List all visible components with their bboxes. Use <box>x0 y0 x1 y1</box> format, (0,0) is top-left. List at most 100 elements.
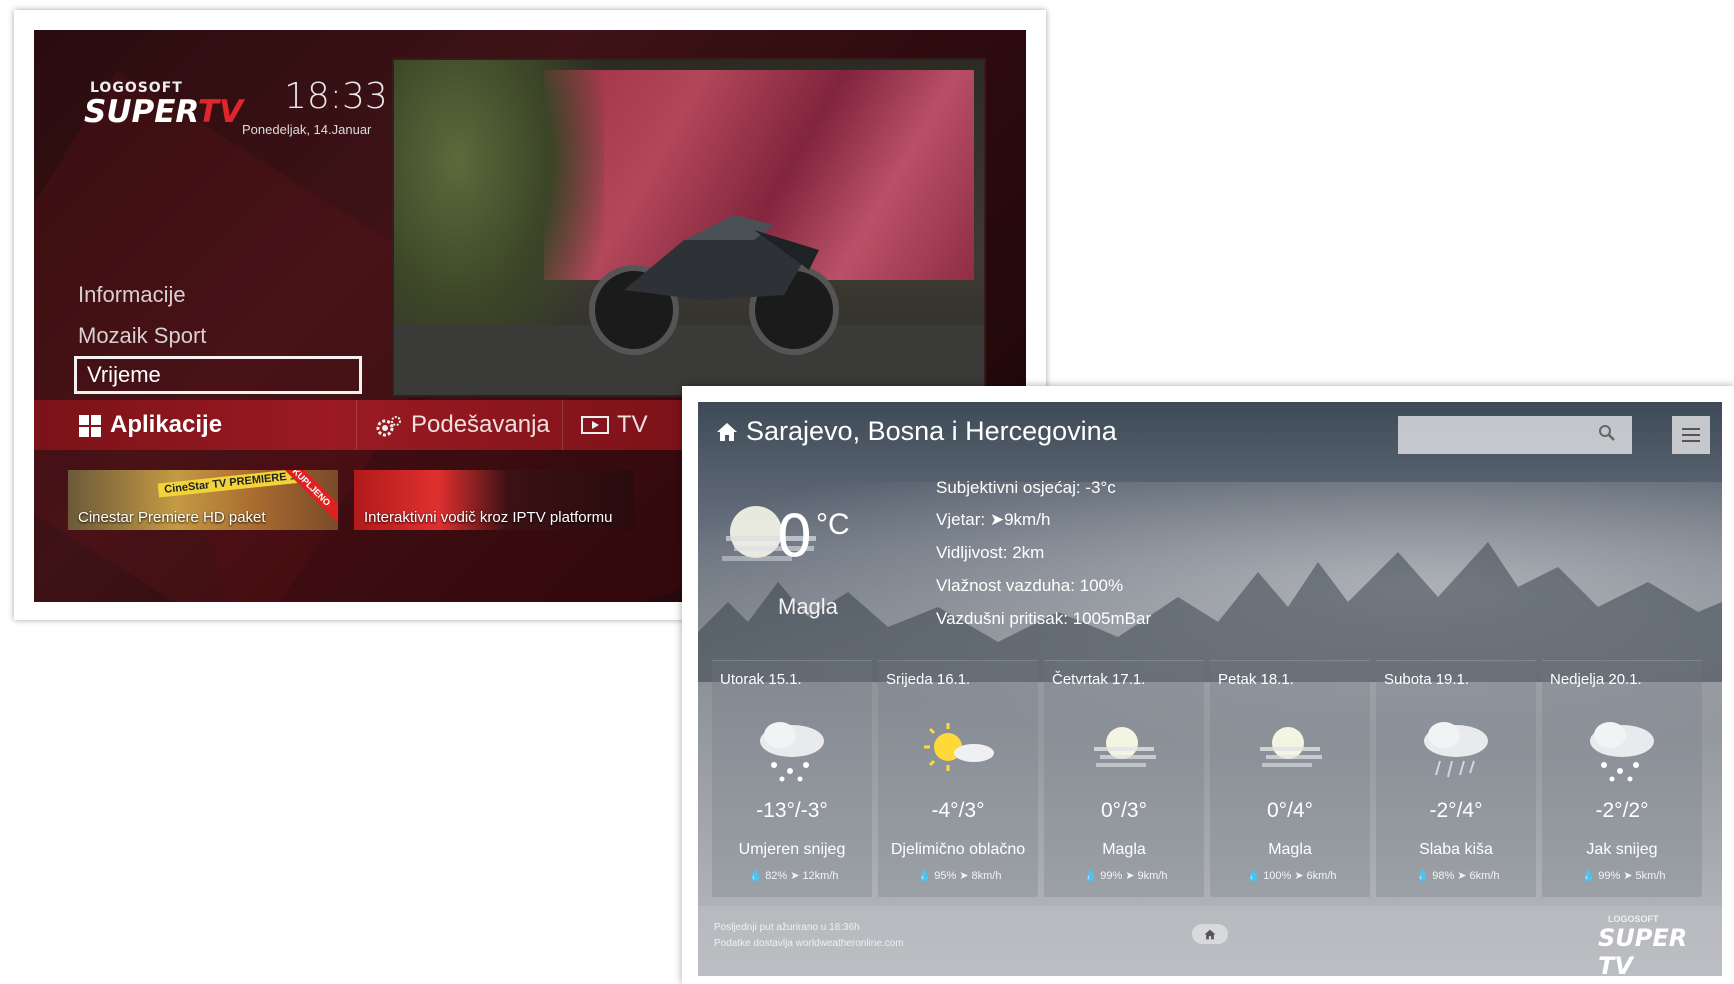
home-button[interactable] <box>1192 924 1228 944</box>
drop-icon: 💧 <box>1083 870 1098 882</box>
forecast-card[interactable]: Petak 18.1. 0°/4° Magla 💧 100% ➤ 6km/h <box>1210 660 1370 897</box>
feels-like: Subjektivni osjećaj: -3°c <box>936 478 1116 497</box>
forecast-condition: Magla <box>1102 841 1146 858</box>
current-temperature: 0 <box>776 502 813 570</box>
forecast-temps: -13°/-3° <box>756 799 828 822</box>
forecast-day: Subota 19.1. <box>1384 671 1470 688</box>
forecast-meta: 💧 99% ➤ 9km/h <box>1044 869 1204 882</box>
location-title: Sarajevo, Bosna i Hercegovina <box>716 416 1117 447</box>
forecast-condition: Umjeren snijeg <box>738 841 846 858</box>
supertv-logo: SUPERTV <box>84 94 243 130</box>
clock-date: Ponedeljak, 14.Januar <box>242 122 372 137</box>
forecast-humidity: 98% <box>1432 870 1455 882</box>
menu-button[interactable] <box>1672 416 1710 454</box>
forecast-temps: -2°/2° <box>1595 799 1649 822</box>
preview-image <box>394 60 984 395</box>
forest-silhouette <box>698 542 1722 682</box>
tab-label: Podešavanja <box>411 411 550 438</box>
forecast-humidity: 95% <box>934 870 957 882</box>
forecast-day: Utorak 15.1. <box>720 671 802 688</box>
snow-cloud-icon <box>760 722 824 782</box>
wind-arrow-icon: ➤ <box>1294 870 1304 882</box>
location-label: Sarajevo, Bosna i Hercegovina <box>746 416 1117 446</box>
forecast-day: Srijeda 16.1. <box>886 671 971 688</box>
forecast-wind: 5km/h <box>1635 870 1666 882</box>
sun-cloud-icon <box>924 723 994 771</box>
wind-arrow-icon: ➤ <box>790 870 800 882</box>
logo-main-a: SUPER <box>84 94 198 130</box>
forecast-wind: 12km/h <box>802 870 839 882</box>
forecast-meta: 💧 82% ➤ 12km/h <box>712 869 872 882</box>
forecast-temps: 0°/3° <box>1101 799 1147 822</box>
thumbnail-cinestar[interactable]: CineStar TV PREMIERE 1 KUPLJENO Cinestar… <box>68 470 338 530</box>
drop-icon: 💧 <box>1581 870 1596 882</box>
forecast-wind: 8km/h <box>971 870 1002 882</box>
tab-aplikacije[interactable]: Aplikacije <box>78 400 222 450</box>
menu-item-informacije[interactable]: Informacije <box>78 282 186 308</box>
forecast-meta: 💧 98% ➤ 6km/h <box>1376 869 1536 882</box>
forecast-humidity: 99% <box>1598 870 1621 882</box>
search-input[interactable] <box>1398 416 1632 454</box>
menu-item-vrijeme-selected[interactable]: Vrijeme <box>74 356 362 394</box>
clock-time: 18:33 <box>284 76 388 117</box>
thumbnail-label: Interaktivni vodič kroz IPTV platformu <box>364 509 613 526</box>
forecast-condition: Djelimično oblačno <box>890 841 1026 858</box>
wind-arrow-icon: ➤ <box>1623 870 1633 882</box>
forecast-meta: 💧 99% ➤ 5km/h <box>1542 869 1702 882</box>
wind-arrow-icon: ➤ <box>1125 870 1135 882</box>
brand-logo-small: LOGOSOFT <box>1608 914 1659 924</box>
forecast-day: Petak 18.1. <box>1218 671 1294 688</box>
forecast-temps: 0°/4° <box>1267 799 1313 822</box>
forecast-meta: 💧 100% ➤ 6km/h <box>1210 869 1370 882</box>
tab-label: Aplikacije <box>110 411 223 438</box>
drop-icon: 💧 <box>748 870 763 882</box>
home-icon <box>717 423 737 441</box>
weather-screenshot: Sarajevo, Bosna i Hercegovina 0 °C Magla… <box>682 386 1734 984</box>
forecast-wind: 9km/h <box>1137 870 1168 882</box>
tv-icon <box>581 415 609 434</box>
drop-icon: 💧 <box>1415 870 1430 882</box>
humidity: Vlažnost vazduha: 100% <box>936 576 1124 595</box>
forecast-day: Nedjelja 20.1. <box>1550 671 1642 688</box>
gear-icon <box>376 415 401 437</box>
wind-arrow-icon: ➤ <box>1457 870 1467 882</box>
motorcycle-image <box>589 215 839 355</box>
logo-main-b: TV <box>197 94 244 130</box>
forecast-card[interactable]: Utorak 15.1. -13°/-3° Umjeren snijeg 💧 82… <box>712 660 872 897</box>
rain-cloud-icon <box>1424 722 1488 778</box>
weather-screen: Sarajevo, Bosna i Hercegovina 0 °C Magla… <box>698 402 1722 976</box>
forecast-wind: 6km/h <box>1469 870 1500 882</box>
forecast-temps: -2°/4° <box>1429 799 1483 822</box>
forecast-humidity: 100% <box>1263 870 1292 882</box>
forecast-condition: Magla <box>1268 841 1312 858</box>
pressure: Vazdušni pritisak: 1005mBar <box>936 609 1152 628</box>
snow-cloud-icon <box>1590 722 1654 782</box>
current-condition: Magla <box>778 594 838 619</box>
forecast-wind: 6km/h <box>1306 870 1337 882</box>
wind-arrow-icon: ➤ <box>959 870 969 882</box>
forecast-temps: -4°/3° <box>931 799 985 822</box>
tab-label: TV <box>617 411 648 438</box>
grid-icon <box>79 414 101 437</box>
forecast-condition: Jak snijeg <box>1586 841 1658 858</box>
forecast-meta: 💧 95% ➤ 8km/h <box>878 869 1038 882</box>
forecast-card[interactable]: Srijeda 16.1. -4°/3° Djelimično oblačno … <box>878 660 1038 897</box>
menu-item-mozaik-sport[interactable]: Mozaik Sport <box>78 323 206 349</box>
forecast-card[interactable]: Subota 19.1. -2°/4° Slaba kiša 💧 98% ➤ 6km/… <box>1376 660 1536 897</box>
tab-podesavanja[interactable]: Podešavanja <box>356 400 550 450</box>
cinestar-badge: CineStar TV PREMIERE 1 <box>157 470 303 498</box>
search-icon[interactable] <box>1598 424 1616 442</box>
wind: Vjetar: ➤9km/h <box>936 510 1051 529</box>
forecast-card[interactable]: Nedjelja 20.1. -2°/2° Jak snijeg 💧 99% ➤ 5k… <box>1542 660 1702 897</box>
thumbnail-iptv-guide[interactable]: Interaktivni vodič kroz IPTV platformu <box>354 470 634 530</box>
tab-tv[interactable]: TV <box>562 400 648 450</box>
visibility: Vidljivost: 2km <box>936 543 1045 562</box>
drop-icon: 💧 <box>1246 870 1261 882</box>
brand-logo: SUPER TV <box>1598 924 1688 976</box>
forecast-condition: Slaba kiša <box>1419 841 1493 858</box>
thumbnail-label: Cinestar Premiere HD paket <box>78 509 266 526</box>
fog-sun-icon <box>1260 727 1322 767</box>
forecast-humidity: 82% <box>765 870 788 882</box>
drop-icon: 💧 <box>917 870 932 882</box>
forecast-card[interactable]: Četvrtak 17.1. 0°/3° Magla 💧 99% ➤ 9km/h <box>1044 660 1204 897</box>
